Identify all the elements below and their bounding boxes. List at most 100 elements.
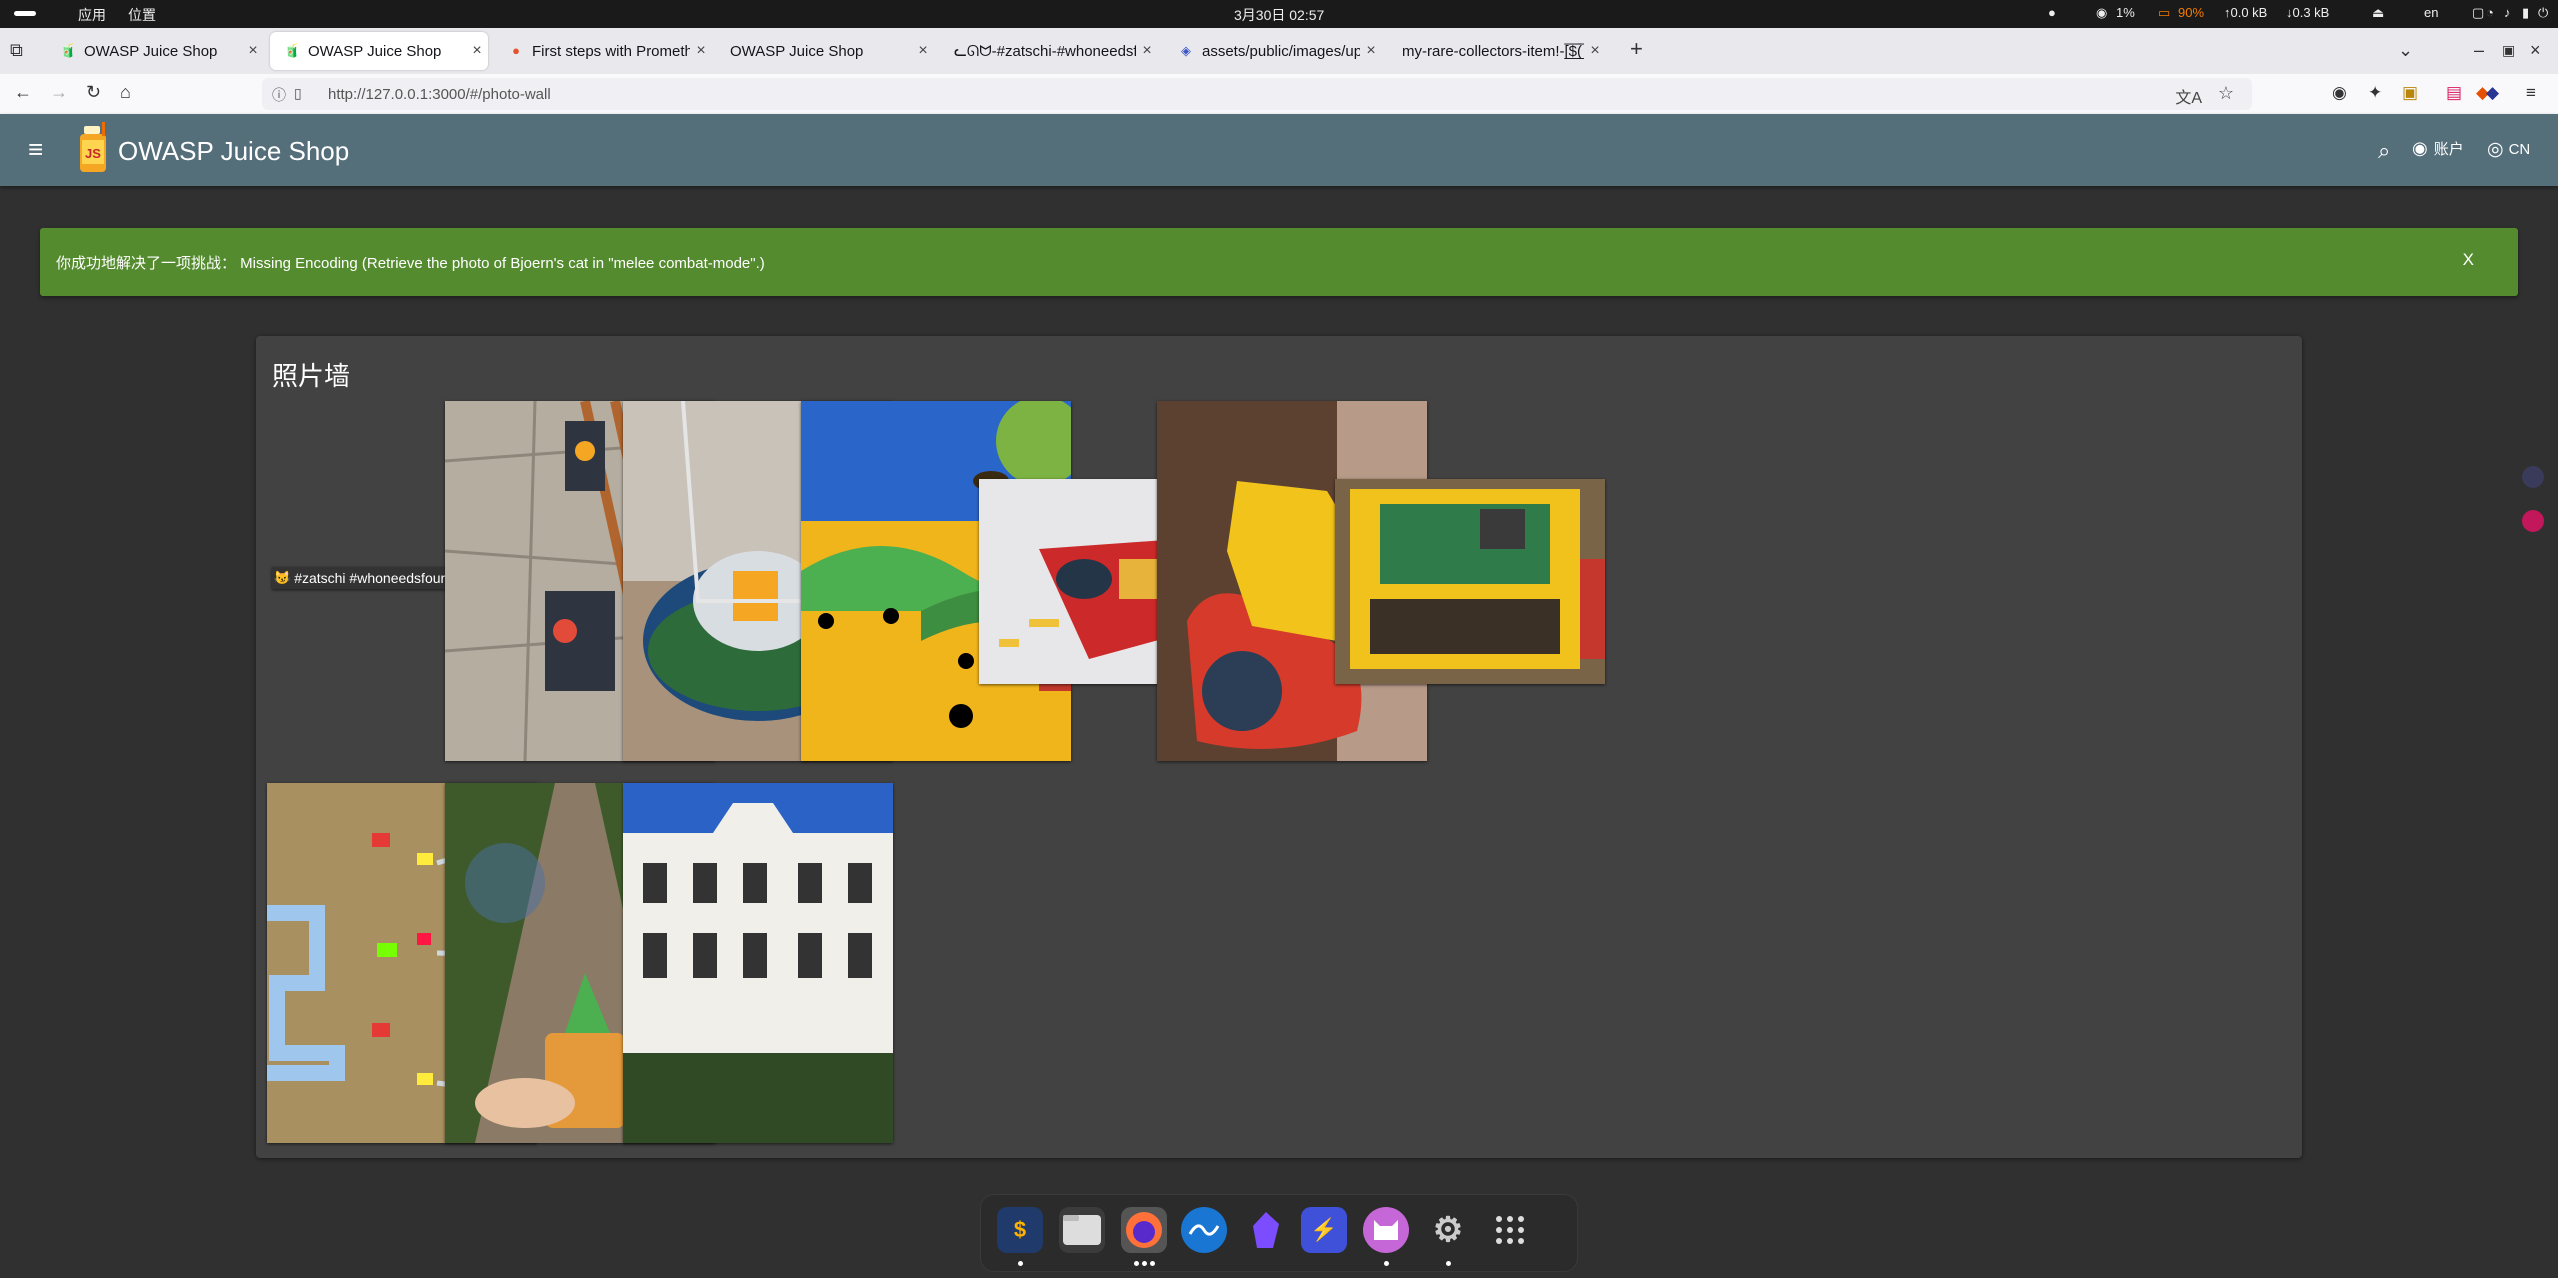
tab-title: First steps with Promethe <box>532 42 690 60</box>
new-tab-icon[interactable]: + <box>1630 36 1643 62</box>
apps-menu[interactable]: 应用 <box>78 5 106 25</box>
language-label: CN <box>2508 141 2531 158</box>
challenge-solved-notification: 你成功地解决了一项挑战： Missing Encoding (Retrieve … <box>40 228 2518 296</box>
activities-indicator[interactable] <box>14 11 36 16</box>
minimize-window-icon[interactable]: – <box>2474 40 2484 61</box>
forward-icon[interactable]: → <box>50 82 68 103</box>
sidenav-menu-icon[interactable]: ≡ <box>28 134 43 165</box>
settings-icon[interactable]: ⚙ <box>1425 1207 1471 1253</box>
app-title[interactable]: OWASP Juice Shop <box>118 136 349 167</box>
site-info-icon[interactable]: ⓘ <box>272 85 286 105</box>
net-down: ↓0.3 kB <box>2286 5 2330 20</box>
photo-white-building[interactable] <box>623 783 893 1143</box>
cat-emoji-icon: 😼 <box>274 570 291 585</box>
photo-wall-title: 照片墙 <box>272 361 351 391</box>
tab-title: my-rare-collectors-item!-[̲̅$̲̅(̲̅ <box>1402 42 1583 60</box>
eject-icon[interactable]: ⏏ <box>2372 5 2384 21</box>
tab-juice-shop-active[interactable]: 🧃 OWASP Juice Shop × <box>270 32 488 70</box>
battery-small-icon[interactable]: ▮ <box>2522 5 2529 21</box>
tab-assets-image[interactable]: ◈ assets/public/images/upl × <box>1164 32 1382 70</box>
search-icon[interactable]: ⌕ <box>2378 138 2390 164</box>
tab-title: OWASP Juice Shop <box>308 42 442 60</box>
notification-close-button[interactable]: X <box>2463 250 2474 270</box>
app-toolbar: ≡ JS OWASP Juice Shop ⌕ ◉ 账户 ◎ CN <box>0 114 2558 186</box>
files-icon[interactable] <box>1059 1207 1105 1253</box>
cat-app-icon[interactable] <box>1363 1207 1409 1253</box>
battery-icon: ▭ <box>2158 5 2171 20</box>
prometheus-favicon-icon: ● <box>512 43 520 58</box>
side-assistant-icon[interactable] <box>2522 510 2544 532</box>
juice-shop-favicon-icon: 🧃 <box>60 43 77 58</box>
firefox-icon[interactable] <box>1121 1207 1167 1253</box>
tab-overview-icon[interactable]: ⧉ <box>10 40 23 61</box>
notification-dot-icon[interactable]: ● <box>2048 5 2056 20</box>
account-circle-icon: ◉ <box>2412 138 2428 158</box>
image-favicon-icon: ◈ <box>1181 43 1191 58</box>
juice-shop-favicon-icon: 🧃 <box>284 43 301 58</box>
app-grid-icon[interactable] <box>1487 1207 1533 1253</box>
battery-level: 90% <box>2178 5 2205 20</box>
translate-icon[interactable]: 文A <box>2175 84 2202 108</box>
tab-zatschi[interactable]: ᓚᘏᗢ-#zatschi-#whoneedsf × <box>940 32 1158 70</box>
list-tabs-icon[interactable]: ⌄ <box>2398 40 2413 61</box>
cpu-icon: ◉ <box>2096 5 2108 20</box>
address-bar[interactable]: ⓘ ▯ http://127.0.0.1:3000/#/photo-wall 文… <box>262 78 2252 110</box>
close-tab-icon[interactable]: × <box>466 42 488 60</box>
extension-icon-1[interactable]: ▣ <box>2402 83 2418 103</box>
svg-text:JS: JS <box>85 146 101 161</box>
globe-icon: ◎ <box>2487 139 2504 160</box>
extensions-puzzle-icon[interactable]: ✦ <box>2368 83 2382 103</box>
places-menu[interactable]: 位置 <box>128 5 156 25</box>
net-up: ↑0.0 kB <box>2224 5 2268 20</box>
clock[interactable]: 3月30日 02:57 <box>1234 5 1324 25</box>
page-icon: ▯ <box>294 85 302 101</box>
tab-title: OWASP Juice Shop <box>84 42 218 60</box>
close-tab-icon[interactable]: × <box>690 42 712 60</box>
wifi-icon[interactable]: ◔ <box>2486 5 2494 20</box>
wireshark-icon[interactable] <box>1181 1207 1227 1253</box>
reload-icon[interactable]: ↻ <box>86 82 101 103</box>
bookmark-star-icon[interactable]: ☆ <box>2218 83 2234 104</box>
browser-tab-strip: ⧉ 🧃 OWASP Juice Shop × 🧃 OWASP Juice Sho… <box>0 28 2558 74</box>
extension-icon-4[interactable]: ◆ <box>2486 83 2499 103</box>
tab-prometheus[interactable]: ● First steps with Promethe × <box>494 32 712 70</box>
dock: $ ⚡ ⚙ <box>980 1194 1578 1272</box>
tab-juice-shop-1[interactable]: 🧃 OWASP Juice Shop × <box>46 32 264 70</box>
volume-icon[interactable]: ♪ <box>2504 5 2511 20</box>
close-window-icon[interactable]: × <box>2530 40 2541 61</box>
extension-icon-2[interactable]: ▤ <box>2446 83 2462 103</box>
account-label: 账户 <box>2433 141 2464 158</box>
tab-juice-shop-2[interactable]: OWASP Juice Shop × <box>716 32 934 70</box>
browser-navigation-bar: ← → ↻ ⌂ ⓘ ▯ http://127.0.0.1:3000/#/phot… <box>0 74 2558 115</box>
side-translate-icon[interactable] <box>2522 466 2544 488</box>
power-icon[interactable]: ⏻ <box>2538 5 2548 21</box>
photo-raspberry-pi-case[interactable] <box>1335 479 1605 684</box>
screen-icon[interactable]: ▢ <box>2472 5 2484 21</box>
close-tab-icon[interactable]: × <box>1584 42 1606 60</box>
terminal-icon[interactable]: $ <box>997 1207 1043 1253</box>
account-icon[interactable]: ◉ <box>2332 83 2347 103</box>
app-menu-icon[interactable]: ≡ <box>2526 83 2536 103</box>
back-icon[interactable]: ← <box>14 82 32 103</box>
close-tab-icon[interactable]: × <box>1136 42 1158 60</box>
tab-title: assets/public/images/upl <box>1202 42 1360 60</box>
close-tab-icon[interactable]: × <box>912 42 934 60</box>
close-tab-icon[interactable]: × <box>242 42 264 60</box>
juice-shop-logo[interactable]: JS <box>74 122 118 178</box>
notification-message: 你成功地解决了一项挑战： Missing Encoding (Retrieve … <box>56 255 765 272</box>
bolt-icon[interactable]: ⚡ <box>1301 1207 1347 1253</box>
language-menu-button[interactable]: ◎ CN <box>2487 138 2530 161</box>
url-text[interactable]: http://127.0.0.1:3000/#/photo-wall <box>328 86 551 103</box>
photo-wall-card: 照片墙 😼 #zatschi #whoneedsfourlegs <box>256 336 2302 1158</box>
obsidian-icon[interactable] <box>1243 1207 1289 1253</box>
tab-title: ᓚᘏᗢ-#zatschi-#whoneedsf <box>954 43 1136 60</box>
tab-collectors-item[interactable]: my-rare-collectors-item!-[̲̅$̲̅(̲̅ × <box>1388 32 1606 70</box>
keyboard-language[interactable]: en <box>2424 5 2438 20</box>
account-menu-button[interactable]: ◉ 账户 <box>2412 138 2464 159</box>
maximize-window-icon[interactable]: ▣ <box>2502 42 2515 59</box>
system-top-bar: 应用 位置 3月30日 02:57 ● ◉ 1% ▭ 90% ↑0.0 kB ↓… <box>0 0 2558 28</box>
home-icon[interactable]: ⌂ <box>120 82 131 103</box>
tab-title: OWASP Juice Shop <box>730 42 864 60</box>
cpu-usage: 1% <box>2116 5 2135 20</box>
close-tab-icon[interactable]: × <box>1360 42 1382 60</box>
